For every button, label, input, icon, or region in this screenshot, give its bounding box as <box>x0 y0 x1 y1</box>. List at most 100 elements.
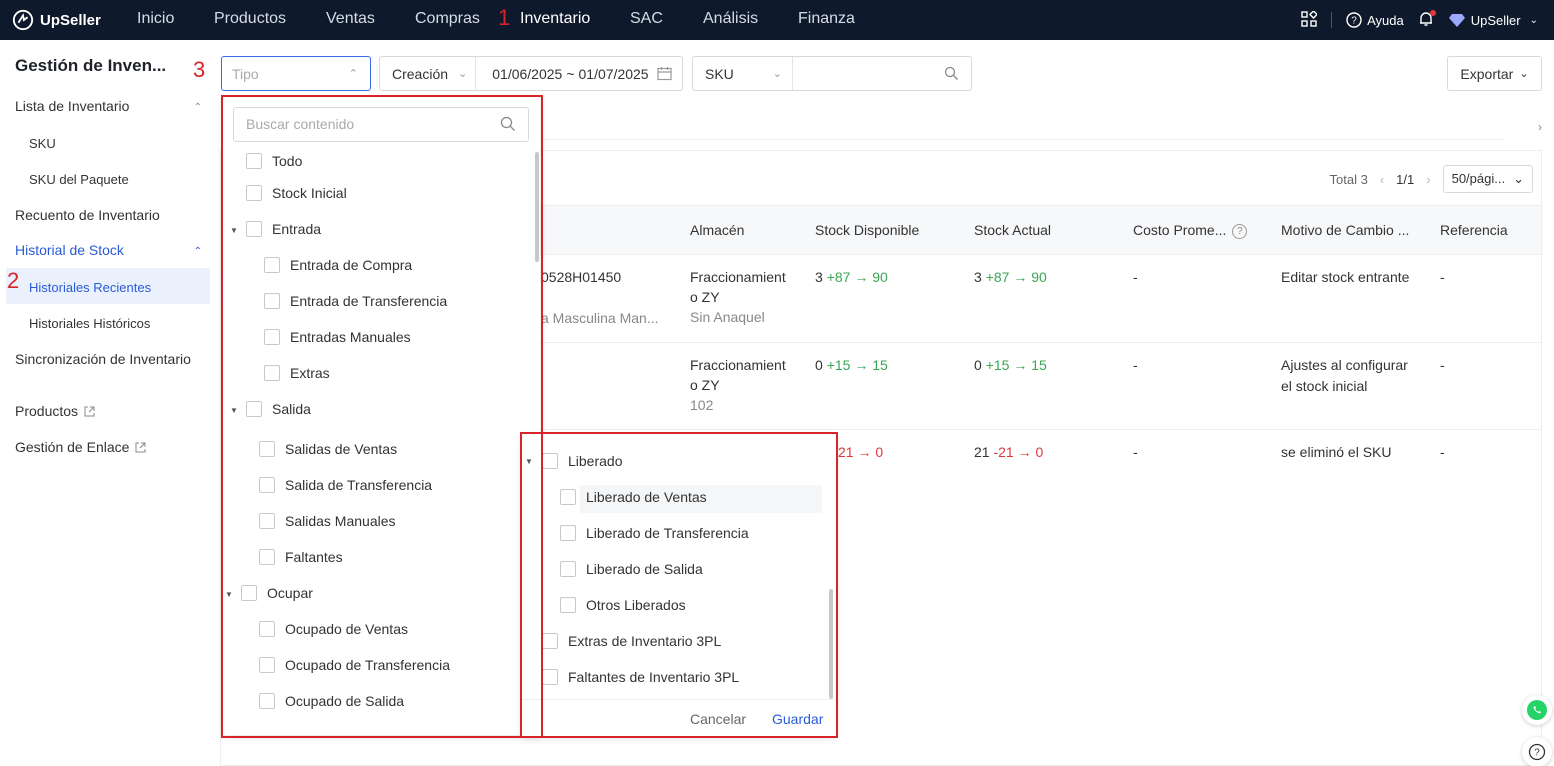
checkbox[interactable] <box>241 585 257 601</box>
checkbox[interactable] <box>259 513 275 529</box>
date-range-filter[interactable]: Creación ⌄ 01/06/2025 ~ 01/07/2025 <box>379 56 683 91</box>
checkbox[interactable] <box>542 453 558 469</box>
option-ocupado-transferencia[interactable]: Ocupado de Transferencia <box>259 657 450 673</box>
option-todo[interactable]: Todo <box>246 153 302 169</box>
dropdown-search-input[interactable]: Buscar contenido <box>233 107 529 142</box>
whatsapp-button[interactable] <box>1522 695 1552 725</box>
option-entrada-compra[interactable]: Entrada de Compra <box>264 257 412 273</box>
next-page-icon[interactable]: › <box>1426 172 1430 187</box>
nav-ventas[interactable]: Ventas <box>326 10 375 28</box>
option-entrada-transferencia[interactable]: Entrada de Transferencia <box>264 293 447 309</box>
delta-value: +87 → 90 <box>826 269 888 285</box>
sidebar-item-lista-inventario[interactable]: Lista de Inventario <box>15 98 129 114</box>
checkbox[interactable] <box>264 329 280 345</box>
checkbox[interactable] <box>259 621 275 637</box>
nav-inicio[interactable]: Inicio <box>137 10 174 28</box>
option-extras-3pl[interactable]: Extras de Inventario 3PL <box>542 633 721 649</box>
nav-analisis[interactable]: Análisis <box>703 10 758 28</box>
nav-compras[interactable]: Compras <box>415 10 480 28</box>
caret-down-icon[interactable]: ▼ <box>230 406 238 415</box>
sidebar-item-historiales-historicos[interactable]: Historiales Históricos <box>29 316 150 331</box>
checkbox[interactable] <box>264 365 280 381</box>
prev-page-icon[interactable]: ‹ <box>1380 172 1384 187</box>
checkbox[interactable] <box>560 597 576 613</box>
option-entrada[interactable]: Entrada <box>246 221 321 237</box>
sidebar-item-historial-stock[interactable]: Historial de Stock <box>15 242 124 258</box>
option-otros-liberados[interactable]: Otros Liberados <box>560 597 686 613</box>
option-extras[interactable]: Extras <box>264 365 330 381</box>
checkbox[interactable] <box>560 561 576 577</box>
checkbox[interactable] <box>264 257 280 273</box>
option-salida[interactable]: Salida <box>246 401 311 417</box>
checkbox[interactable] <box>259 657 275 673</box>
date-type-select[interactable]: Creación ⌄ <box>380 57 477 90</box>
sku-search-input[interactable] <box>793 57 971 90</box>
header-almacen: Almacén <box>690 222 745 238</box>
option-salida-transferencia[interactable]: Salida de Transferencia <box>259 477 432 493</box>
brand-logo[interactable]: UpSeller <box>12 9 101 31</box>
user-menu[interactable]: UpSeller ⌄ <box>1448 12 1538 28</box>
chevron-up-icon[interactable]: ⌃ <box>194 102 202 113</box>
checkbox[interactable] <box>246 221 262 237</box>
option-liberado[interactable]: Liberado <box>542 453 623 469</box>
apps-grid-icon[interactable] <box>1301 9 1319 30</box>
checkbox[interactable] <box>259 693 275 709</box>
sidebar-item-sincronizacion[interactable]: Sincronización de Inventario <box>15 351 191 367</box>
floating-help-button[interactable]: ? <box>1522 737 1552 766</box>
shelf-name: 102 <box>690 397 714 413</box>
tipo-select[interactable]: Tipo ⌃ <box>221 56 371 91</box>
search-field-select[interactable]: SKU ⌄ <box>693 57 793 90</box>
sidebar-item-sku-paquete[interactable]: SKU del Paquete <box>29 172 129 187</box>
option-ocupar[interactable]: Ocupar <box>241 585 313 601</box>
page-size-select[interactable]: 50/pági... ⌄ <box>1442 165 1533 193</box>
nav-finanza[interactable]: Finanza <box>798 10 855 28</box>
chevron-right-icon[interactable]: › <box>1538 120 1542 134</box>
export-button[interactable]: Exportar ⌄ <box>1447 56 1542 91</box>
sidebar-item-sku[interactable]: SKU <box>29 136 56 151</box>
sidebar-item-recuento[interactable]: Recuento de Inventario <box>15 207 160 223</box>
option-stock-inicial[interactable]: Stock Inicial <box>246 185 347 201</box>
checkbox[interactable] <box>542 633 558 649</box>
cancel-button[interactable]: Cancelar <box>690 711 746 727</box>
caret-down-icon[interactable]: ▼ <box>230 226 238 235</box>
checkbox[interactable] <box>259 549 275 565</box>
save-button[interactable]: Guardar <box>772 711 823 727</box>
search-icon[interactable] <box>944 66 959 81</box>
option-ocupado-salida[interactable]: Ocupado de Salida <box>259 693 404 709</box>
option-liberado-transferencia[interactable]: Liberado de Transferencia <box>560 525 749 541</box>
reference-value: - <box>1440 444 1445 460</box>
option-salidas-manuales[interactable]: Salidas Manuales <box>259 513 396 529</box>
checkbox[interactable] <box>259 477 275 493</box>
option-faltantes-3pl[interactable]: Faltantes de Inventario 3PL <box>542 669 739 685</box>
checkbox[interactable] <box>246 185 262 201</box>
checkbox[interactable] <box>560 489 576 505</box>
checkbox[interactable] <box>246 401 262 417</box>
sidebar-item-productos[interactable]: Productos <box>15 403 95 419</box>
option-liberado-salida[interactable]: Liberado de Salida <box>560 561 703 577</box>
help-icon[interactable]: ? <box>1232 223 1248 239</box>
dropdown-scrollbar[interactable] <box>829 589 833 699</box>
nav-sac[interactable]: SAC <box>630 10 663 28</box>
option-faltantes[interactable]: Faltantes <box>259 549 343 565</box>
checkbox[interactable] <box>246 153 262 169</box>
option-salidas-ventas[interactable]: Salidas de Ventas <box>259 441 397 457</box>
option-ocupado-ventas[interactable]: Ocupado de Ventas <box>259 621 408 637</box>
checkbox[interactable] <box>259 441 275 457</box>
nav-inventario[interactable]: Inventario <box>520 10 590 28</box>
nav-productos[interactable]: Productos <box>214 10 286 28</box>
option-entradas-manuales[interactable]: Entradas Manuales <box>264 329 411 345</box>
caret-down-icon[interactable]: ▼ <box>525 457 533 466</box>
checkbox[interactable] <box>542 669 558 685</box>
checkbox[interactable] <box>560 525 576 541</box>
sidebar-item-gestion-enlace[interactable]: Gestión de Enlace <box>15 439 146 455</box>
warehouse-name-cont: o ZY <box>690 377 720 393</box>
date-range-input[interactable]: 01/06/2025 ~ 01/07/2025 <box>476 66 672 82</box>
checkbox[interactable] <box>264 293 280 309</box>
chevron-up-icon[interactable]: ⌃ <box>194 246 202 257</box>
notification-bell-icon[interactable] <box>1418 9 1436 30</box>
option-liberado-ventas[interactable]: Liberado de Ventas <box>560 489 707 505</box>
sidebar-item-historiales-recientes[interactable]: Historiales Recientes <box>29 280 151 295</box>
help-button[interactable]: ? Ayuda <box>1346 12 1404 28</box>
caret-down-icon[interactable]: ▼ <box>225 590 233 599</box>
dropdown-scrollbar[interactable] <box>535 152 539 262</box>
